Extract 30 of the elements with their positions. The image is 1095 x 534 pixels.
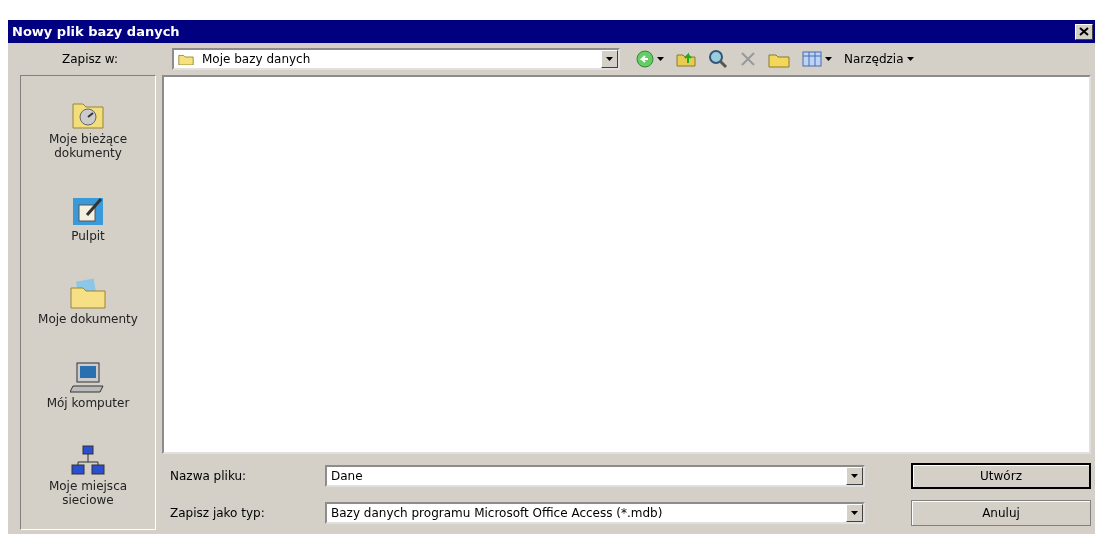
places-item[interactable]: Moje dokumenty: [33, 278, 143, 327]
folder-documents-icon: [69, 278, 107, 311]
dropdown-arrow-icon: [851, 511, 858, 515]
create-button[interactable]: Utwórz: [911, 463, 1091, 489]
places-item[interactable]: Pulpit: [33, 195, 143, 244]
file-type-dropdown[interactable]: Bazy danych programu Microsoft Office Access (*.mdb): [325, 502, 865, 524]
desktop-pencil-icon: [71, 195, 105, 228]
network-computers-icon: [71, 445, 105, 478]
close-button[interactable]: [1075, 23, 1093, 40]
close-icon: [1079, 27, 1089, 36]
dropdown-arrow-icon: [851, 474, 858, 478]
dropdown-arrow-icon: [606, 57, 613, 61]
file-name-field[interactable]: Dane: [325, 465, 865, 487]
computer-icon: [70, 361, 106, 394]
window-title: Nowy plik bazy danych: [12, 24, 180, 39]
places-item[interactable]: Moje bieżące dokumenty: [33, 97, 143, 160]
dropdown-arrow-icon: [825, 57, 832, 61]
save-in-dropdown[interactable]: Moje bazy danych: [172, 48, 620, 70]
search-button[interactable]: [706, 47, 730, 71]
folder-icon: [178, 52, 194, 66]
back-button[interactable]: [634, 47, 666, 71]
dropdown-arrow-icon: [657, 57, 664, 61]
places-item[interactable]: Mój komputer: [33, 361, 143, 410]
tools-menu[interactable]: Narzędzia: [842, 47, 916, 71]
dropdown-arrow-icon: [906, 57, 914, 61]
field-label: Nazwa pliku:: [170, 469, 247, 483]
cancel-button[interactable]: Anuluj: [911, 500, 1091, 526]
save-in-label: Zapisz w:: [61, 52, 119, 66]
field-label: Zapisz jako typ:: [170, 506, 265, 520]
places-item[interactable]: Moje miejsca sieciowe: [33, 445, 143, 508]
